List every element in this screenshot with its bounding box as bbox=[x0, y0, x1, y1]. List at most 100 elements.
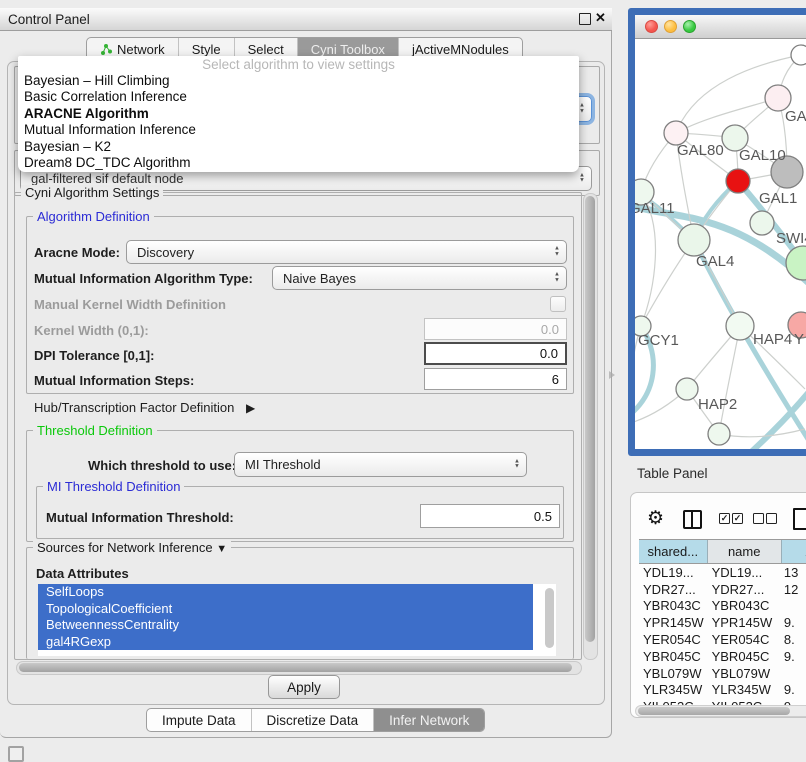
algorithm-option-mutual-information-inference[interactable]: Mutual Information Inference bbox=[18, 122, 579, 138]
table-cell: YLR345W bbox=[639, 682, 708, 697]
kernel-width-field[interactable]: 0.0 bbox=[424, 318, 567, 340]
attribute-item-topologicalcoefficient[interactable]: TopologicalCoefficient bbox=[38, 601, 533, 618]
table-header-row: shared...nameA bbox=[639, 539, 806, 564]
table-panel-window: ⚙ ✓ ✓ shared...nameA YDL19...YDL19...13Y… bbox=[630, 492, 806, 718]
node-label-gcy1: GCY1 bbox=[638, 332, 679, 349]
column-header-a[interactable]: A bbox=[782, 540, 806, 563]
node-label-gal4: GAL4 bbox=[696, 253, 734, 270]
document-icon[interactable] bbox=[793, 508, 806, 530]
minimize-traffic-light-icon[interactable] bbox=[664, 20, 677, 33]
table-row[interactable]: YBR043CYBR043C bbox=[639, 598, 806, 615]
table-cell: YPR145W bbox=[639, 615, 708, 630]
network-node-hap4[interactable] bbox=[726, 312, 754, 340]
settings-vertical-scrollbar-thumb[interactable] bbox=[585, 196, 595, 642]
mi-threshold-field[interactable]: 0.5 bbox=[420, 504, 560, 528]
settings-horizontal-scrollbar-thumb[interactable] bbox=[19, 663, 572, 672]
table-row[interactable]: YLR345WYLR345W9. bbox=[639, 682, 806, 699]
table-row[interactable]: YER054CYER054C8. bbox=[639, 631, 806, 648]
table-row[interactable]: YBR045CYBR045C9. bbox=[639, 648, 806, 665]
table-row[interactable]: YDR27...YDR27...12 bbox=[639, 581, 806, 598]
table-horizontal-scrollbar-thumb[interactable] bbox=[638, 707, 790, 715]
tab-label: Style bbox=[192, 42, 221, 57]
node-label-y: Y bbox=[794, 331, 804, 348]
network-node[interactable] bbox=[791, 45, 806, 65]
close-window-icon[interactable]: ✕ bbox=[595, 10, 606, 26]
table-cell: 9. bbox=[782, 682, 806, 697]
manual-kernel-width-checkbox[interactable] bbox=[550, 296, 566, 312]
table-cell: 12 bbox=[782, 582, 806, 597]
which-threshold-combo[interactable]: MI Threshold ▲▼ bbox=[234, 452, 527, 477]
bottom-tab-infer-network[interactable]: Infer Network bbox=[374, 709, 484, 731]
deselect-all-checkbox-icon[interactable] bbox=[753, 513, 764, 524]
network-graph-icon bbox=[100, 43, 112, 55]
sources-title-text: Sources for Network Inference bbox=[37, 540, 213, 555]
float-window-icon[interactable] bbox=[579, 13, 591, 25]
aracne-mode-combo[interactable]: Discovery ▲▼ bbox=[126, 240, 567, 264]
network-node-hap2[interactable] bbox=[676, 378, 698, 400]
table-cell: YDR27... bbox=[708, 582, 782, 597]
network-canvas[interactable]: GALGAL80GAL10GAL1GAL11SWI4GAL4GCY1HAP4YH… bbox=[635, 39, 806, 449]
mi-algorithm-type-value: Naive Bayes bbox=[283, 271, 356, 286]
mi-algorithm-type-combo[interactable]: Naive Bayes ▲▼ bbox=[272, 266, 567, 290]
column-header-shared[interactable]: shared... bbox=[639, 540, 708, 563]
node-label-gal: GAL bbox=[785, 108, 806, 125]
floating-panel-icon[interactable] bbox=[8, 746, 24, 762]
table-cell: YDR27... bbox=[639, 582, 708, 597]
bottom-tab-impute-data[interactable]: Impute Data bbox=[147, 709, 252, 731]
node-label-swi4: SWI4 bbox=[776, 230, 806, 247]
bottom-tab-discretize-data[interactable]: Discretize Data bbox=[252, 709, 375, 731]
tab-label: Cyni Toolbox bbox=[311, 42, 385, 57]
apply-button[interactable]: Apply bbox=[268, 675, 340, 699]
data-attributes-list[interactable]: SelfLoopsTopologicalCoefficientBetweenne… bbox=[38, 584, 556, 656]
network-edges bbox=[635, 55, 806, 449]
close-traffic-light-icon[interactable] bbox=[645, 20, 658, 33]
table-cell: 8. bbox=[782, 632, 806, 647]
kernel-width-value: 0.0 bbox=[541, 322, 559, 337]
dpi-tolerance-field[interactable]: 0.0 bbox=[424, 342, 567, 365]
combo-arrows-icon: ▲▼ bbox=[579, 173, 585, 184]
network-node[interactable] bbox=[726, 169, 750, 193]
algorithm-option-dream8-dc-tdc-algorithm[interactable]: Dream8 DC_TDC Algorithm bbox=[18, 155, 579, 171]
algorithm-option-bayesian-hill-climbing[interactable]: Bayesian – Hill Climbing bbox=[18, 73, 579, 89]
column-header-name[interactable]: name bbox=[708, 540, 782, 563]
network-node[interactable] bbox=[708, 423, 730, 445]
combo-arrows-icon: ▲▼ bbox=[579, 104, 585, 115]
node-label-gal10: GAL10 bbox=[739, 147, 786, 164]
attribute-item-gal4rgexp[interactable]: gal4RGexp bbox=[38, 634, 533, 651]
attribute-item-selfloops[interactable]: SelfLoops bbox=[38, 584, 533, 601]
settings-group-title: Cyni Algorithm Settings bbox=[21, 185, 163, 200]
gear-icon[interactable]: ⚙ bbox=[647, 509, 664, 528]
zoom-traffic-light-icon[interactable] bbox=[683, 20, 696, 33]
table-horizontal-scrollbar[interactable] bbox=[635, 705, 806, 717]
table-row[interactable]: YBL079WYBL079W bbox=[639, 665, 806, 682]
columns-icon[interactable] bbox=[683, 510, 702, 529]
network-node-swi4[interactable] bbox=[750, 211, 774, 235]
table-row[interactable]: YDL19...YDL19...13 bbox=[639, 564, 806, 581]
table-cell: 9. bbox=[782, 649, 806, 664]
hub-section-label: Hub/Transcription Factor Definition bbox=[34, 400, 234, 415]
algorithm-option-basic-correlation-inference[interactable]: Basic Correlation Inference bbox=[18, 89, 579, 105]
network-view-titlebar[interactable] bbox=[635, 15, 806, 39]
network-node-gal4[interactable] bbox=[678, 224, 710, 256]
expanded-arrow-icon: ▼ bbox=[216, 543, 227, 555]
which-threshold-value: MI Threshold bbox=[245, 457, 321, 472]
mi-steps-field[interactable]: 6 bbox=[424, 368, 567, 390]
attribute-item-betweennesscentrality[interactable]: BetweennessCentrality bbox=[38, 617, 533, 634]
hub-section-toggle[interactable]: Hub/Transcription Factor Definition ▶ bbox=[34, 400, 255, 415]
table-panel-title: Table Panel bbox=[637, 466, 708, 481]
algorithm-option-bayesian-k2[interactable]: Bayesian – K2 bbox=[18, 139, 579, 155]
table-cell: YBR045C bbox=[639, 649, 708, 664]
combo-arrows-icon: ▲▼ bbox=[554, 247, 560, 258]
algorithm-definition-title: Algorithm Definition bbox=[33, 209, 154, 224]
node-label-gal80: GAL80 bbox=[677, 142, 724, 159]
attributes-scrollbar-thumb[interactable] bbox=[545, 588, 554, 648]
select-all-checkbox-icon[interactable]: ✓ bbox=[719, 513, 730, 524]
algorithm-dropdown-list: Select algorithm to view settings Bayesi… bbox=[18, 56, 579, 172]
table-row[interactable]: YPR145WYPR145W9. bbox=[639, 614, 806, 631]
sources-group-title[interactable]: Sources for Network Inference ▼ bbox=[33, 540, 231, 555]
network-node[interactable] bbox=[786, 246, 806, 280]
control-panel-titlebar bbox=[0, 8, 612, 31]
mi-steps-value: 6 bbox=[552, 372, 559, 387]
table-cell: YER054C bbox=[708, 632, 782, 647]
algorithm-option-aracne-algorithm[interactable]: ARACNE Algorithm bbox=[18, 106, 579, 122]
